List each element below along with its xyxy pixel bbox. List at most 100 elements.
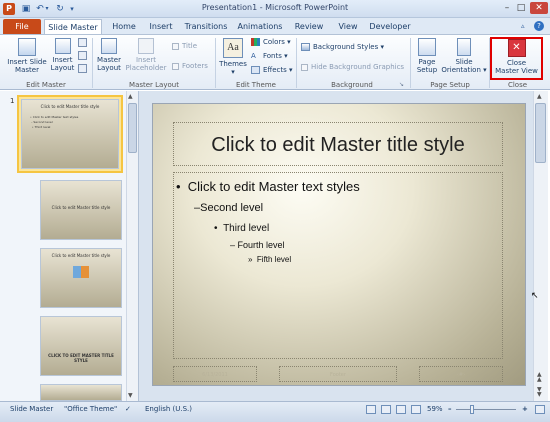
tab-animations[interactable]: Animations <box>235 19 285 34</box>
group-label-page-setup: Page Setup <box>430 81 470 89</box>
thumbnail-number: 1 <box>10 97 15 105</box>
tab-file[interactable]: File <box>3 19 41 34</box>
themes-label: Themes <box>219 60 247 68</box>
insert-slide-master-button[interactable]: Insert Slide Master <box>5 37 49 79</box>
body-placeholder[interactable]: • Click to edit Master text styles –Seco… <box>173 172 503 359</box>
reading-view-icon[interactable] <box>396 405 406 414</box>
text-level-2-label: Second level <box>200 202 264 214</box>
help-icon[interactable]: ? <box>534 21 544 31</box>
hide-background-graphics-box <box>301 63 308 71</box>
previous-slide-icon[interactable]: ▲ ▲ <box>537 372 542 383</box>
master-layout-button[interactable]: Master Layout <box>95 37 123 79</box>
tab-insert[interactable]: Insert <box>144 19 178 34</box>
tab-developer[interactable]: Developer <box>367 19 413 34</box>
slide-sorter-icon[interactable] <box>381 405 391 414</box>
spell-check-icon[interactable]: ✓ <box>125 405 131 413</box>
zoom-slider[interactable] <box>456 405 516 414</box>
rename-icon[interactable] <box>78 51 87 60</box>
thumbnail-master: Click to edit Master title style • Click… <box>21 99 119 169</box>
thumbnail-layout-title: CLICK TO EDIT MASTER TITLE STYLE <box>48 353 114 363</box>
scroll-thumb[interactable] <box>535 103 546 163</box>
insert-layout-label-2: Layout <box>50 64 75 72</box>
zoom-slider-thumb[interactable] <box>470 405 475 414</box>
slide-master-canvas[interactable]: Click to edit Master title style • Click… <box>152 103 526 386</box>
preserve-icon[interactable] <box>78 64 87 73</box>
minimize-ribbon-icon[interactable]: ▵ <box>521 22 525 30</box>
master-layout-icon <box>101 38 117 54</box>
slide-orientation-icon <box>457 38 471 56</box>
slide-orientation-button[interactable]: Slide Orientation ▾ <box>441 37 487 79</box>
background-styles-label: Background Styles <box>313 43 379 51</box>
title-placeholder[interactable]: Click to edit Master title style <box>173 122 503 166</box>
zoom-level[interactable]: 59% <box>427 405 443 413</box>
colors-button[interactable]: Colors ▾ <box>251 38 291 47</box>
colors-dropdown-icon: ▾ <box>287 38 291 46</box>
delete-icon[interactable] <box>78 38 87 47</box>
slide-orientation-label-text: Orientation <box>441 66 481 74</box>
insert-slide-master-icon <box>18 38 36 56</box>
scroll-up-arrow-icon[interactable]: ▲ <box>128 93 133 100</box>
thumbnail-layout[interactable] <box>40 384 122 401</box>
status-language[interactable]: English (U.S.) <box>145 405 192 413</box>
tab-home[interactable]: Home <box>106 19 142 34</box>
minimize-button[interactable]: – <box>500 2 514 14</box>
background-styles-icon <box>301 43 310 51</box>
insert-placeholder-label-1: Insert <box>135 56 157 64</box>
scroll-down-arrow-icon[interactable]: ▼ <box>128 392 133 399</box>
hide-background-graphics-checkbox: Hide Background Graphics <box>301 63 404 72</box>
scroll-thumb[interactable] <box>128 103 137 153</box>
background-styles-button[interactable]: Background Styles ▾ <box>301 43 384 52</box>
text-level-3-label: Third level <box>223 223 270 234</box>
title-checkbox-label: Title <box>182 42 198 50</box>
thumbnail-layout[interactable]: Click to edit Master title style <box>40 248 122 308</box>
group-label-background: Background <box>331 81 373 89</box>
effects-button[interactable]: Effects ▾ <box>251 66 293 75</box>
date-placeholder[interactable]: 6/13/2011 <box>173 366 257 382</box>
slide-number-placeholder[interactable]: ‹#› <box>419 366 503 382</box>
footers-checkbox-box <box>172 62 179 70</box>
normal-view-icon[interactable] <box>366 405 376 414</box>
effects-label: Effects <box>263 66 287 74</box>
title-checkbox: Title <box>172 42 197 51</box>
tab-transitions[interactable]: Transitions <box>181 19 231 34</box>
scroll-up-arrow-icon[interactable]: ▲ <box>537 93 542 100</box>
master-layout-label-1: Master <box>97 56 121 64</box>
themes-dropdown-icon: ▾ <box>231 68 235 76</box>
text-level-2: –Second level <box>194 202 264 214</box>
next-slide-icon[interactable]: ▼ ▼ <box>537 387 542 398</box>
insert-slide-master-label-1: Insert Slide <box>7 58 47 66</box>
tab-view[interactable]: View <box>333 19 363 34</box>
text-level-1-label: Click to edit Master text styles <box>187 179 360 194</box>
thumbnail-layout[interactable]: CLICK TO EDIT MASTER TITLE STYLE <box>40 316 122 376</box>
zoom-in-icon[interactable]: + <box>522 405 528 413</box>
thumbnail-content-icons <box>73 266 89 278</box>
text-level-5: » Fifth level <box>248 255 292 264</box>
text-level-5-label: Fifth level <box>256 255 292 264</box>
thumbnail-layout-title: Click to edit Master title style <box>51 253 111 258</box>
highlight-box <box>490 37 543 80</box>
background-styles-dropdown-icon: ▾ <box>380 43 384 51</box>
group-label-edit-master: Edit Master <box>26 81 66 89</box>
colors-icon <box>251 38 260 46</box>
fit-to-window-icon[interactable] <box>535 405 545 414</box>
insert-slide-master-label-2: Master <box>15 66 39 74</box>
close-window-button[interactable]: ✕ <box>530 2 548 14</box>
thumbnail-master-selected[interactable]: Click to edit Master title style • Click… <box>17 95 123 173</box>
footer-placeholder[interactable]: Footer <box>279 366 397 382</box>
themes-button[interactable]: Aa Themes ▾ <box>218 37 248 79</box>
background-dialog-launcher-icon[interactable]: ↘ <box>399 81 404 88</box>
slide-show-icon[interactable] <box>411 405 421 414</box>
master-layout-label-2: Layout <box>97 64 121 72</box>
insert-layout-button[interactable]: Insert Layout <box>49 37 76 79</box>
tab-slide-master[interactable]: Slide Master <box>44 19 102 34</box>
window-title: Presentation1 - Microsoft PowerPoint <box>201 3 349 12</box>
tab-review[interactable]: Review <box>290 19 328 34</box>
fonts-icon: A <box>251 52 256 60</box>
maximize-button[interactable]: □ <box>514 2 528 14</box>
fonts-label: Fonts <box>263 52 282 60</box>
page-setup-button[interactable]: Page Setup <box>413 37 441 79</box>
zoom-out-icon[interactable]: – <box>448 405 452 413</box>
thumbnail-layout[interactable]: Click to edit Master title style <box>40 180 122 240</box>
fonts-button[interactable]: A Fonts ▾ <box>251 52 288 61</box>
insert-placeholder-label-2: Placeholder <box>125 64 167 72</box>
